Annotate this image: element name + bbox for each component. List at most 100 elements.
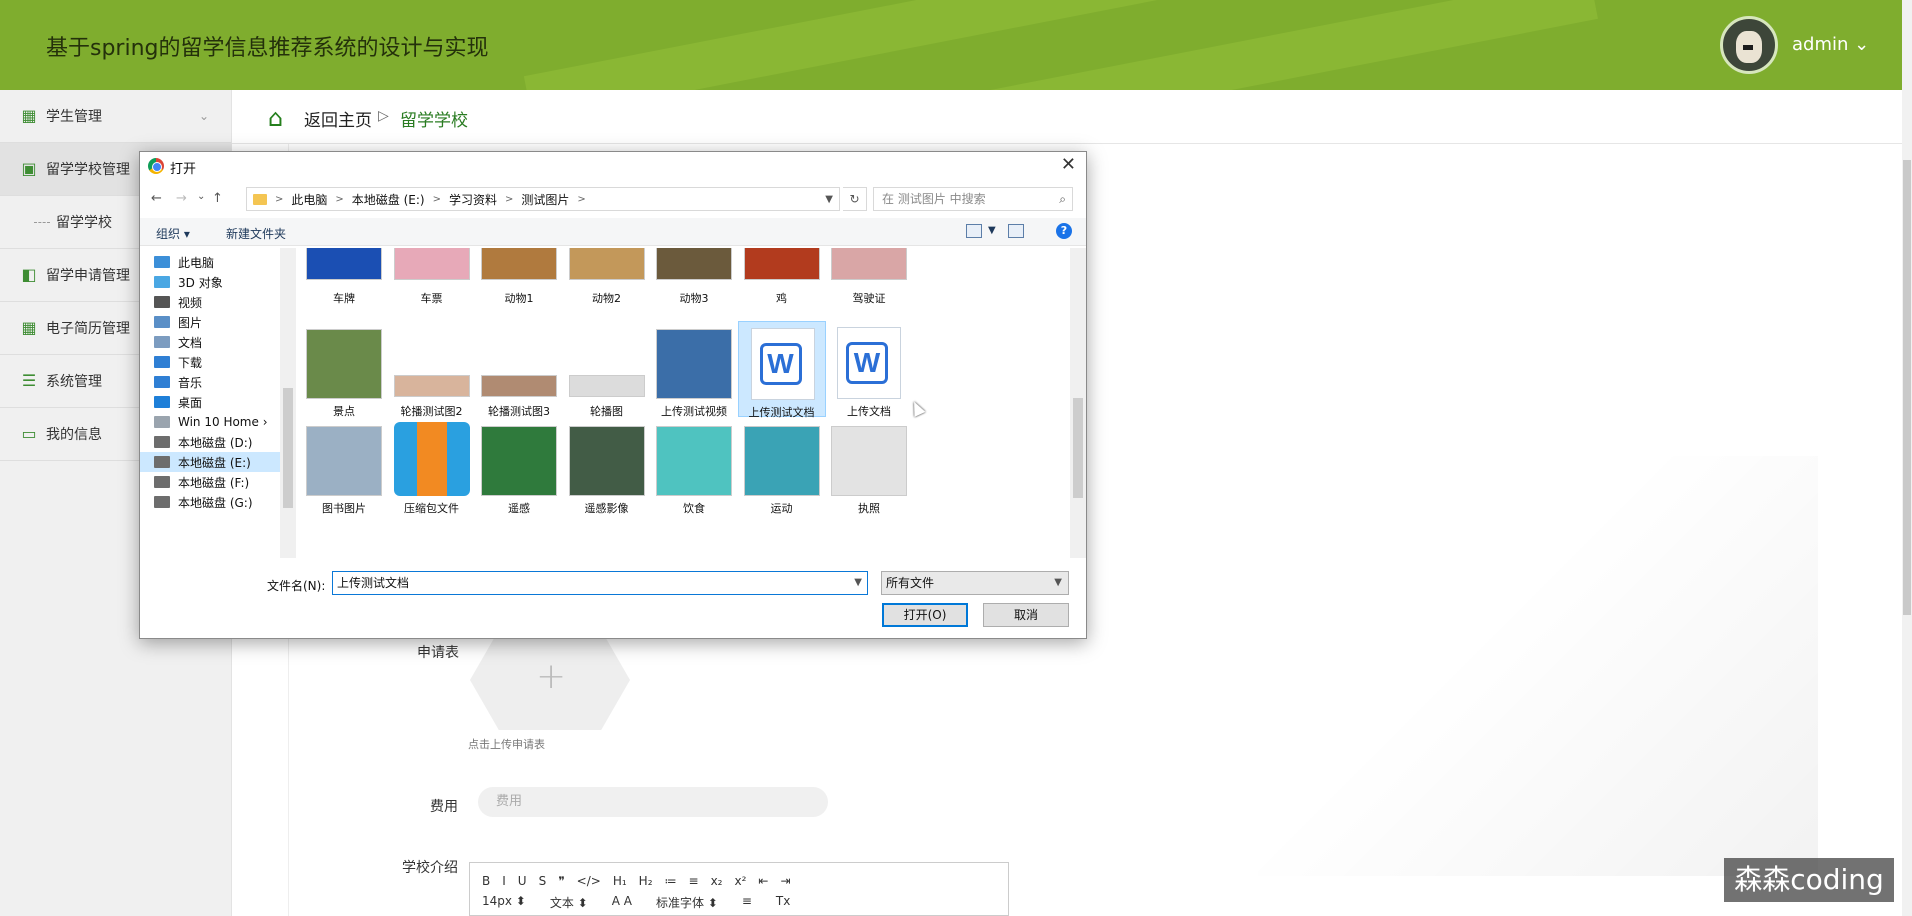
home-icon[interactable]: ⌂ xyxy=(268,104,283,132)
nav-pane-item[interactable]: 桌面 xyxy=(154,392,280,412)
chevron-down-icon[interactable]: ▼ xyxy=(988,225,996,236)
font-size-select[interactable]: 14px ⬍ xyxy=(482,894,526,911)
nav-pane-item[interactable]: 本地磁盘 (D:) xyxy=(154,432,280,452)
nav-pane-item[interactable]: 本地磁盘 (E:) xyxy=(140,452,280,472)
file-item[interactable]: 轮播测试图2 xyxy=(388,321,476,418)
quote-button[interactable]: ❞ xyxy=(558,874,564,888)
italic-button[interactable]: I xyxy=(502,874,506,888)
address-segment[interactable]: 学习资料 xyxy=(449,191,497,208)
address-bar[interactable]: > 此电脑 > 本地磁盘 (E:) > 学习资料 > 测试图片 > ▼ xyxy=(246,187,840,211)
nav-pane-item[interactable]: 本地磁盘 (F:) xyxy=(154,472,280,492)
h2-button[interactable]: H₂ xyxy=(639,874,653,888)
address-segment[interactable]: 本地磁盘 (E:) xyxy=(352,191,425,208)
paragraph-select[interactable]: 文本 ⬍ xyxy=(550,894,588,911)
filename-input[interactable]: 上传测试文档 ▼ xyxy=(332,571,868,595)
forward-icon[interactable]: → xyxy=(176,191,187,206)
file-item[interactable]: 图书图片 xyxy=(300,418,388,515)
strike-button[interactable]: S xyxy=(539,874,547,888)
file-item[interactable]: W 上传文档 xyxy=(825,321,913,418)
address-segment[interactable]: 此电脑 xyxy=(291,191,327,208)
sidebar-item-student-management[interactable]: ▦ 学生管理 ⌄ xyxy=(0,90,231,143)
file-item[interactable]: 遥感影像 xyxy=(563,418,651,515)
new-folder-button[interactable]: 新建文件夹 xyxy=(226,225,286,242)
color-buttons[interactable]: A A xyxy=(612,894,632,911)
file-item[interactable]: 压缩包文件 xyxy=(388,418,476,515)
file-item[interactable]: 轮播测试图3 xyxy=(475,321,563,418)
file-item[interactable]: 驾驶证 xyxy=(825,248,913,324)
file-item[interactable]: 动物1 xyxy=(475,248,563,324)
recent-locations-icon[interactable]: ⌄ xyxy=(197,191,205,202)
nav-pane-item[interactable]: 3D 对象 xyxy=(154,272,280,292)
clear-format-button[interactable]: Tx xyxy=(776,894,790,911)
file-grid-scrollbar[interactable] xyxy=(1070,248,1086,558)
file-item-label: 动物3 xyxy=(679,292,709,305)
upload-apply-button[interactable]: + xyxy=(470,630,630,730)
subscript-button[interactable]: x₂ xyxy=(711,874,723,888)
file-item[interactable]: 轮播图 xyxy=(563,321,651,418)
superscript-button[interactable]: x² xyxy=(735,874,747,888)
file-item[interactable]: 景点 xyxy=(300,321,388,418)
card-icon: ▭ xyxy=(21,424,37,443)
file-item[interactable]: 车牌 xyxy=(300,248,388,324)
chevron-down-icon[interactable]: ▼ xyxy=(854,572,862,594)
cancel-button[interactable]: 取消 xyxy=(983,603,1069,627)
image-thumbnail xyxy=(393,375,470,397)
nav-pane-item[interactable]: 视频 xyxy=(154,292,280,312)
underline-button[interactable]: U xyxy=(518,874,527,888)
nav-pane-item[interactable]: 下载 xyxy=(154,352,280,372)
image-thumbnail xyxy=(568,375,645,397)
outdent-button[interactable]: ⇤ xyxy=(758,874,768,888)
file-item[interactable]: 遥感 xyxy=(475,418,563,515)
ordered-list-button[interactable]: ≔ xyxy=(665,874,677,888)
organize-button[interactable]: 组织 ▾ xyxy=(156,225,190,242)
file-item[interactable]: 鸡 xyxy=(738,248,826,324)
user-menu[interactable]: admin ⌄ xyxy=(1792,34,1869,55)
open-button[interactable]: 打开(O) xyxy=(882,603,968,627)
file-item[interactable]: 车票 xyxy=(388,248,476,324)
rich-text-editor[interactable]: B I U S ❞ </> H₁ H₂ ≔ ≡ x₂ x² ⇤ ⇥ 14px ⬍… xyxy=(469,862,1009,916)
back-icon[interactable]: ← xyxy=(151,191,162,206)
file-item[interactable]: 动物2 xyxy=(563,248,651,324)
file-item-label: 鸡 xyxy=(776,292,787,305)
indent-button[interactable]: ⇥ xyxy=(780,874,790,888)
chevron-down-icon[interactable]: ▼ xyxy=(825,194,833,205)
bold-button[interactable]: B xyxy=(482,874,490,888)
breadcrumb-home[interactable]: 返回主页 xyxy=(304,106,372,131)
nav-pane-label: 本地磁盘 (D:) xyxy=(178,435,253,450)
nav-pane-item[interactable]: 图片 xyxy=(154,312,280,332)
image-thumbnail xyxy=(831,426,907,496)
file-item[interactable]: 运动 xyxy=(738,418,826,515)
file-item[interactable]: W 上传测试文档 xyxy=(737,321,826,419)
help-icon[interactable]: ? xyxy=(1056,223,1072,239)
up-icon[interactable]: ↑ xyxy=(212,191,223,206)
font-family-select[interactable]: 标准字体 ⬍ xyxy=(656,894,718,911)
bullet-list-button[interactable]: ≡ xyxy=(689,874,699,888)
file-type-select[interactable]: 所有文件 ▼ xyxy=(881,571,1069,595)
nav-pane-item[interactable]: Win 10 Home › xyxy=(154,412,280,432)
align-button[interactable]: ≡ xyxy=(742,894,752,911)
file-item[interactable]: 饮食 xyxy=(650,418,738,515)
nav-pane-label: 此电脑 xyxy=(178,255,215,270)
h1-button[interactable]: H₁ xyxy=(613,874,627,888)
dialog-title: 打开 xyxy=(170,162,197,177)
page-scrollbar[interactable] xyxy=(1902,0,1912,916)
fee-input[interactable]: 费用 xyxy=(478,787,828,817)
close-icon[interactable]: ✕ xyxy=(1061,154,1076,175)
nav-pane-item[interactable]: 本地磁盘 (G:) xyxy=(154,492,280,512)
code-button[interactable]: </> xyxy=(577,874,601,888)
nav-pane-item[interactable]: 文档 xyxy=(154,332,280,352)
avatar[interactable] xyxy=(1720,16,1778,74)
address-segment[interactable]: 测试图片 xyxy=(521,191,569,208)
search-input[interactable]: 在 测试图片 中搜索 ⌕ xyxy=(873,187,1073,211)
file-item[interactable]: 动物3 xyxy=(650,248,738,324)
refresh-icon[interactable]: ↻ xyxy=(843,187,867,211)
preview-pane-icon[interactable] xyxy=(1008,224,1024,238)
nav-pane-item[interactable]: 此电脑 xyxy=(154,252,280,272)
nav-pane-scrollbar[interactable] xyxy=(280,248,296,558)
nav-pane-item[interactable]: 音乐 xyxy=(154,372,280,392)
file-item[interactable]: 执照 xyxy=(825,418,913,515)
file-item[interactable]: 上传测试视频 xyxy=(650,321,738,418)
dialog-titlebar[interactable]: 打开 ✕ xyxy=(140,152,1086,180)
file-item-label: 驾驶证 xyxy=(852,292,886,305)
view-options-icon[interactable] xyxy=(966,224,982,238)
